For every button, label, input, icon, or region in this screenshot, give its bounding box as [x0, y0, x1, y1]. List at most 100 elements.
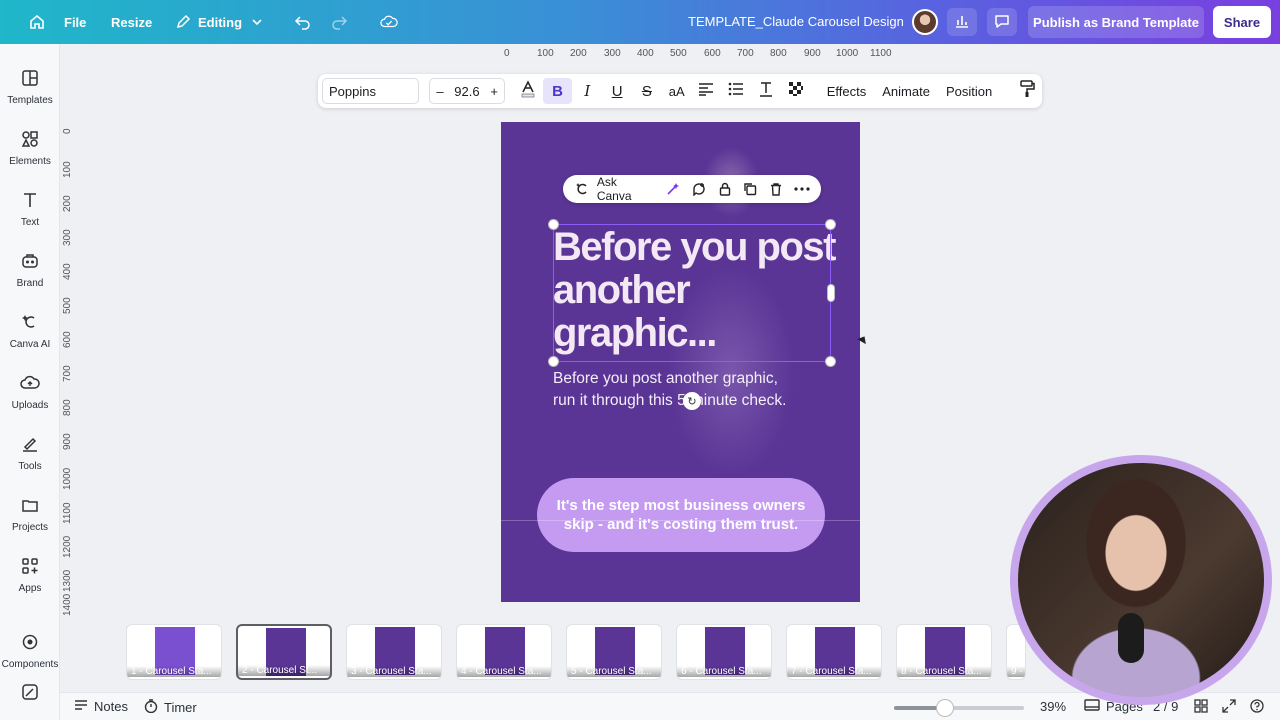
lock-icon[interactable] [714, 179, 736, 199]
sidebar-item-components[interactable]: Components [0, 622, 60, 678]
ruler-mark: 500 [62, 297, 73, 314]
thumbnail-label: 6 - Carousel Sta... [677, 666, 771, 677]
sidebar-item-elements[interactable]: Elements [0, 119, 60, 175]
page-thumbnail[interactable]: 7 - Carousel Sta... [786, 624, 882, 680]
help-button[interactable] [1250, 699, 1264, 716]
bold-button[interactable]: B [542, 78, 573, 104]
ask-canva-button[interactable]: Ask Canva [597, 175, 652, 203]
rotate-handle[interactable]: ↻ [683, 392, 701, 410]
ruler-left: 0 100 200 300 400 500 600 700 800 900 10… [62, 120, 76, 620]
sidebar-item-label: Tools [18, 460, 42, 472]
page-thumbnail[interactable]: 1 - Carousel Sta... [126, 624, 222, 680]
more-options-icon[interactable] [791, 179, 813, 199]
page-thumbnail-active[interactable]: 2 - Carousel St... [236, 624, 332, 680]
page-thumbnail[interactable]: 6 - Carousel Sta... [676, 624, 772, 680]
home-button[interactable] [18, 6, 56, 38]
publish-brand-template-button[interactable]: Publish as Brand Template [1028, 6, 1204, 38]
ruler-mark: 800 [770, 48, 787, 59]
letter-case-icon: aA [668, 83, 685, 99]
spacing-button[interactable] [751, 78, 781, 104]
resize-handle[interactable] [549, 220, 558, 229]
thumbnail-label: 3 - Carousel Sta... [347, 666, 441, 677]
resize-handle[interactable] [826, 357, 835, 366]
comments-button[interactable] [987, 8, 1017, 36]
pages-icon [1084, 699, 1100, 714]
page-thumbnail[interactable]: 5 - Carousel Sta... [566, 624, 662, 680]
font-size-increase[interactable]: + [490, 84, 498, 99]
avatar[interactable] [912, 9, 938, 35]
position-button[interactable]: Position [938, 84, 1000, 99]
ruler-mark: 1100 [62, 502, 73, 524]
canva-ai-icon [19, 311, 41, 333]
ruler-mark: 800 [62, 399, 73, 416]
page-thumbnail[interactable]: 8 - Carousel Sta... [896, 624, 992, 680]
zoom-level[interactable]: 39% [1040, 699, 1066, 714]
thumbnail-label: 8 - Carousel Sta... [897, 666, 991, 677]
italic-icon: I [584, 82, 591, 100]
sidebar-item-brand[interactable]: Brand [0, 241, 60, 297]
body-text[interactable]: Before you post another graphic, run it … [553, 368, 793, 412]
sidebar-item-apps[interactable]: Apps [0, 546, 60, 602]
notes-label: Notes [94, 699, 128, 714]
italic-button[interactable]: I [572, 78, 602, 104]
text-color-button[interactable] [513, 78, 543, 104]
font-size-input[interactable]: 92.6 [454, 84, 479, 99]
resize-handle[interactable] [549, 357, 558, 366]
sidebar-item-projects[interactable]: Projects [0, 485, 60, 541]
design-title[interactable]: TEMPLATE_Claude Carousel Design [688, 14, 904, 29]
editing-mode-button[interactable]: Editing [164, 6, 276, 38]
zoom-slider[interactable] [894, 700, 1024, 716]
bullet-list-icon [728, 82, 744, 100]
effects-button[interactable]: Effects [819, 84, 875, 99]
callout-pill[interactable]: It's the step most business owners skip … [537, 478, 825, 552]
redo-button[interactable] [320, 6, 358, 38]
resize-label: Resize [111, 14, 153, 30]
cloud-save-status[interactable] [370, 6, 408, 38]
copy-style-button[interactable] [1012, 78, 1042, 104]
top-bar: File Resize Editing TEMPLATE_Claude Caro… [0, 0, 1280, 44]
font-size-decrease[interactable]: – [436, 84, 443, 99]
list-button[interactable] [721, 78, 751, 104]
notes-button[interactable]: Notes [74, 699, 128, 714]
sidebar-item-label: Apps [18, 582, 42, 594]
page-thumbnail[interactable]: 3 - Carousel Sta... [346, 624, 442, 680]
resize-handle[interactable] [826, 220, 835, 229]
align-button[interactable] [692, 78, 722, 104]
side-resize-handle[interactable] [828, 285, 834, 301]
zoom-slider-knob[interactable] [936, 700, 953, 716]
notes-icon [74, 699, 88, 714]
comment-add-icon[interactable] [688, 179, 710, 199]
sidebar-item-uploads[interactable]: Uploads [0, 363, 60, 419]
paint-roller-icon [1019, 80, 1035, 102]
insights-button[interactable] [947, 8, 977, 36]
resize-button[interactable]: Resize [101, 6, 162, 38]
ruler-mark: 1400 [62, 593, 73, 616]
sidebar-item-magic[interactable] [0, 672, 60, 712]
ruler-mark: 1100 [870, 48, 892, 59]
timer-button[interactable]: Timer [144, 699, 197, 716]
file-menu[interactable]: File [54, 6, 96, 38]
animate-button[interactable]: Animate [874, 84, 938, 99]
sidebar-item-text[interactable]: Text [0, 180, 60, 236]
comment-icon [993, 13, 1011, 32]
trash-icon[interactable] [765, 179, 787, 199]
sidebar-item-templates[interactable]: Templates [0, 58, 60, 114]
page-thumbnail[interactable]: 4 - Carousel Sta... [456, 624, 552, 680]
grid-view-button[interactable] [1194, 699, 1208, 716]
fullscreen-button[interactable] [1222, 699, 1236, 716]
magic-edit-icon[interactable] [662, 179, 684, 199]
share-button[interactable]: Share [1213, 6, 1271, 38]
letter-case-button[interactable]: aA [662, 78, 692, 104]
page-thumbnails: 1 - Carousel Sta... 2 - Carousel St... 3… [126, 624, 1026, 680]
sidebar-item-canva-ai[interactable]: Canva AI [0, 302, 60, 358]
thumbnail-label: 4 - Carousel Sta... [457, 666, 551, 677]
transparency-button[interactable] [781, 78, 811, 104]
undo-icon [294, 13, 312, 31]
strikethrough-button[interactable]: S [632, 78, 662, 104]
duplicate-icon[interactable] [739, 179, 761, 199]
sidebar-item-label: Text [20, 216, 40, 228]
underline-button[interactable]: U [602, 78, 632, 104]
font-family-select[interactable]: Poppins [322, 78, 420, 104]
sidebar-item-tools[interactable]: Tools [0, 424, 60, 480]
undo-button[interactable] [284, 6, 322, 38]
